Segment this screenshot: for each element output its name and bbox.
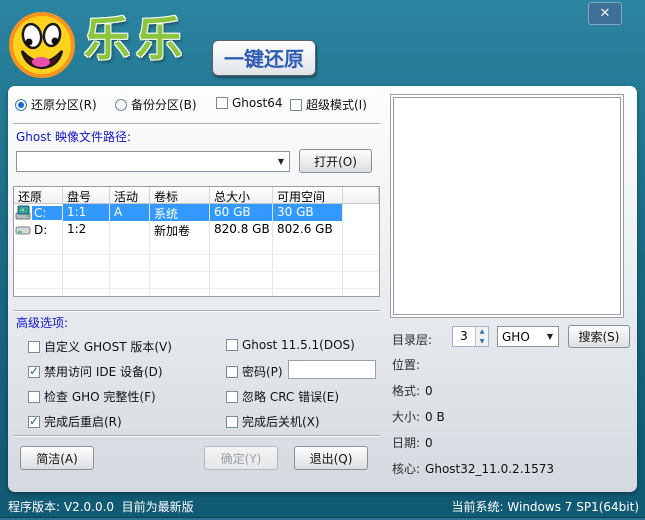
custom-ghost-version-checkbox[interactable]: 自定义 GHOST 版本(V): [28, 338, 172, 355]
ghost64-label: Ghost64: [232, 96, 282, 110]
table-empty-row: [14, 238, 379, 255]
col-disk[interactable]: 盘号: [63, 187, 110, 203]
spin-up-icon[interactable]: ▲: [476, 327, 488, 337]
table-header-row: 还原 盘号 活动 卷标 总大小 可用空间: [14, 187, 379, 204]
info-date: 日期:0: [392, 434, 433, 451]
table-empty-row: [14, 272, 379, 289]
ignore-crc-errors-checkbox[interactable]: 忽略 CRC 错误(E): [226, 388, 339, 405]
backup-partition-radio[interactable]: 备份分区(B): [115, 96, 197, 113]
checkbox-icon: [290, 99, 302, 111]
checkbox-icon: [226, 339, 238, 351]
current-system-text: 当前系统: Windows 7 SP1(64bit): [452, 498, 639, 515]
chevron-down-icon[interactable]: ▼: [273, 157, 289, 166]
advanced-options-title: 高级选项:: [16, 314, 68, 331]
disable-ide-access-checkbox[interactable]: 禁用访问 IDE 设备(D): [28, 363, 163, 380]
ghost-1151-dos-checkbox[interactable]: Ghost 11.5.1(DOS): [226, 338, 355, 352]
checkbox-icon: [226, 416, 238, 428]
chevron-down-icon[interactable]: ▼: [542, 332, 558, 341]
divider: [13, 435, 380, 437]
drive-restore-icon: [15, 205, 32, 220]
depth-value: 3: [453, 327, 475, 346]
main-panel: 还原分区(R) 备份分区(B) Ghost64 超级模式(I) Ghost 映像…: [8, 86, 637, 492]
backup-partition-label: 备份分区(B): [131, 96, 197, 113]
shutdown-after-finish-checkbox[interactable]: 完成后关机(X): [226, 413, 320, 430]
partition-table: 还原 盘号 活动 卷标 总大小 可用空间 C: 1:1: [13, 186, 380, 297]
ghost-path-combobox[interactable]: ▼: [16, 151, 290, 172]
extension-value: GHO: [498, 330, 542, 344]
radio-unselected-icon: [115, 99, 127, 111]
check-gho-integrity-checkbox[interactable]: 检查 GHO 完整性(F): [28, 388, 156, 405]
col-free[interactable]: 可用空间: [273, 187, 343, 203]
spin-down-icon[interactable]: ▼: [476, 337, 488, 347]
drive-icon: [15, 222, 32, 237]
password-input[interactable]: [288, 360, 376, 379]
checkbox-icon: [226, 366, 238, 378]
table-row-d-drive[interactable]: D: 1:2 新加卷 820.8 GB 802.6 GB: [14, 221, 379, 238]
info-size: 大小:0 B: [392, 408, 445, 425]
restore-partition-label: 还原分区(R): [31, 96, 97, 113]
app-title: 乐乐: [84, 16, 188, 62]
info-kernel: 核心:Ghost32_11.0.2.1573: [392, 460, 554, 477]
search-button[interactable]: 搜索(S): [568, 325, 630, 348]
image-file-listbox[interactable]: [390, 94, 624, 318]
radio-selected-icon: [15, 99, 27, 111]
extension-combobox[interactable]: GHO ▼: [497, 326, 559, 347]
checkbox-checked-icon: [28, 366, 40, 378]
col-active[interactable]: 活动: [110, 187, 150, 203]
ok-button: 确定(Y): [204, 446, 278, 470]
lele-onekey-restore-window: 乐乐 一键还原 ✕ 还原分区(R) 备份分区(B) Ghost64 超级模式(I…: [0, 0, 645, 520]
open-button[interactable]: 打开(O): [299, 149, 372, 173]
password-checkbox[interactable]: 密码(P): [226, 363, 283, 380]
reboot-after-finish-checkbox[interactable]: 完成后重启(R): [28, 413, 122, 430]
checkbox-checked-icon: [28, 416, 40, 428]
directory-depth-stepper[interactable]: 3 ▲ ▼: [452, 326, 489, 347]
checkbox-icon: [216, 97, 228, 109]
simple-mode-button[interactable]: 简洁(A): [20, 446, 94, 470]
col-restore[interactable]: 还原: [14, 187, 63, 203]
restore-partition-radio[interactable]: 还原分区(R): [15, 96, 97, 113]
drive-name: C:: [32, 206, 62, 220]
close-icon[interactable]: ✕: [588, 2, 622, 25]
drive-name: D:: [32, 223, 62, 237]
smiley-logo-icon: [8, 11, 76, 79]
table-empty-row: [14, 255, 379, 272]
checkbox-icon: [28, 391, 40, 403]
col-total[interactable]: 总大小: [210, 187, 273, 203]
divider: [13, 310, 380, 312]
col-label[interactable]: 卷标: [150, 187, 210, 203]
table-empty-row: [14, 289, 379, 297]
exit-button[interactable]: 退出(Q): [294, 446, 368, 470]
checkbox-icon: [28, 341, 40, 353]
directory-depth-label: 目录层:: [392, 331, 432, 348]
info-location: 位置:: [392, 356, 425, 373]
info-format: 格式:0: [392, 382, 433, 399]
ghost64-checkbox[interactable]: Ghost64: [216, 96, 282, 110]
version-status-text: 程序版本: V2.0.0.0 目前为最新版: [8, 498, 194, 515]
checkbox-icon: [226, 391, 238, 403]
table-row-c-drive[interactable]: C: 1:1 A 系统 60 GB 30 GB: [14, 204, 379, 221]
onekey-restore-badge: 一键还原: [212, 40, 316, 76]
super-mode-label: 超级模式(I): [306, 96, 367, 113]
ghost-path-label: Ghost 映像文件路径:: [16, 128, 131, 145]
divider: [13, 123, 380, 125]
super-mode-checkbox[interactable]: 超级模式(I): [290, 96, 367, 113]
